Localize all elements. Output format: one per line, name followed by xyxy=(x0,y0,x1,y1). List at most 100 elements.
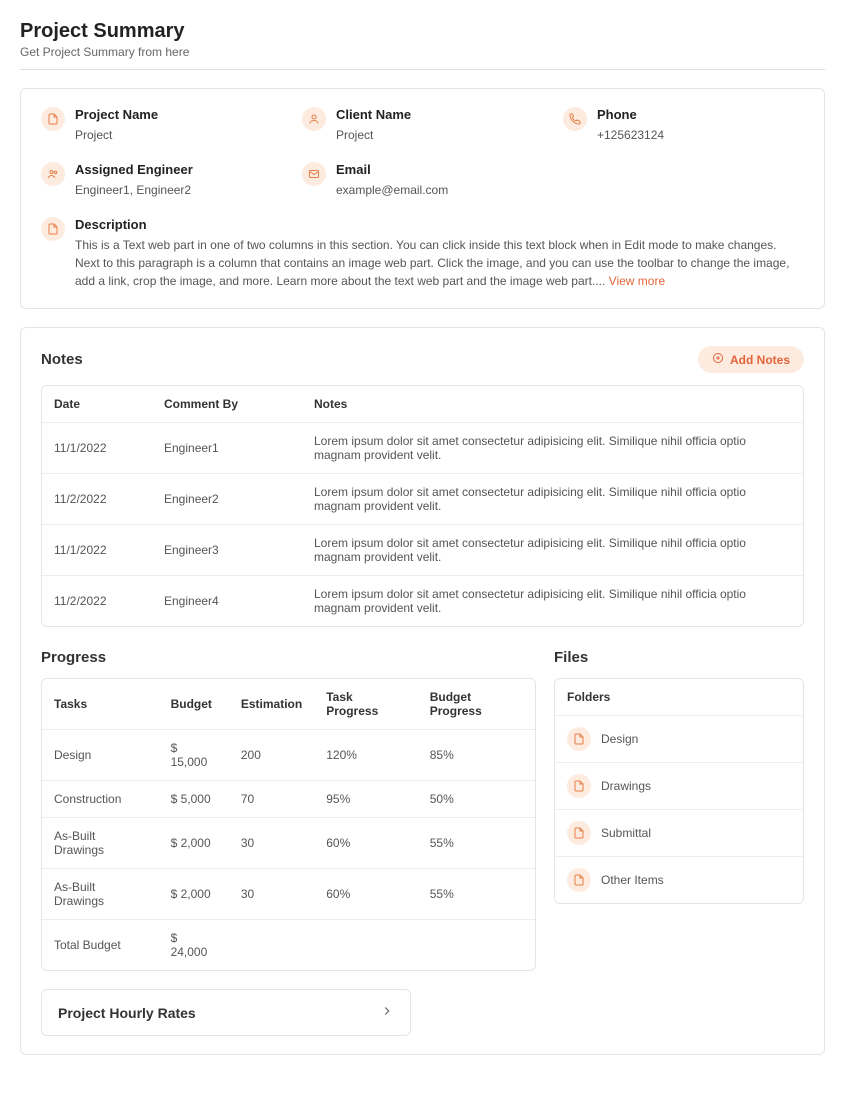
field-label: Email xyxy=(336,162,543,177)
document-icon xyxy=(567,868,591,892)
cell-comment-by: Engineer2 xyxy=(152,474,302,525)
cell-budget-progress: 85% xyxy=(418,730,535,781)
table-row: 11/2/2022Engineer4Lorem ipsum dolor sit … xyxy=(42,576,803,626)
accordion-title: Project Hourly Rates xyxy=(58,1005,196,1021)
table-row: 11/2/2022Engineer2Lorem ipsum dolor sit … xyxy=(42,474,803,525)
cell-estimation: 70 xyxy=(229,781,314,818)
phone-icon xyxy=(563,107,587,131)
cell-comment-by: Engineer1 xyxy=(152,423,302,474)
cell-notes: Lorem ipsum dolor sit amet consectetur a… xyxy=(302,576,803,626)
table-row: 11/1/2022Engineer1Lorem ipsum dolor sit … xyxy=(42,423,803,474)
project-summary-card: Project Name Project Client Name Project… xyxy=(20,88,825,309)
cell-budget: $ 15,000 xyxy=(159,730,229,781)
notes-table: Date Comment By Notes 11/1/2022Engineer1… xyxy=(41,385,804,627)
cell-budget: $ 5,000 xyxy=(159,781,229,818)
details-card: Notes Add Notes Date Comment By Notes 11… xyxy=(20,327,825,1055)
page-title: Project Summary xyxy=(20,20,825,43)
cell-total-label: Total Budget xyxy=(42,920,159,970)
table-row: As-Built Drawings$ 2,0003060%55% xyxy=(42,818,535,869)
col-budget: Budget xyxy=(159,679,229,730)
cell-comment-by: Engineer3 xyxy=(152,525,302,576)
cell-task: As-Built Drawings xyxy=(42,818,159,869)
document-icon xyxy=(567,774,591,798)
cell-notes: Lorem ipsum dolor sit amet consectetur a… xyxy=(302,474,803,525)
cell-total-value: $ 24,000 xyxy=(159,920,229,970)
table-row-total: Total Budget$ 24,000 xyxy=(42,920,535,970)
table-row: 11/1/2022Engineer3Lorem ipsum dolor sit … xyxy=(42,525,803,576)
folder-name: Drawings xyxy=(601,779,651,793)
folder-item[interactable]: Design xyxy=(555,716,803,763)
table-row: Construction$ 5,0007095%50% xyxy=(42,781,535,818)
folder-item[interactable]: Submittal xyxy=(555,810,803,857)
cell-notes: Lorem ipsum dolor sit amet consectetur a… xyxy=(302,525,803,576)
cell-notes: Lorem ipsum dolor sit amet consectetur a… xyxy=(302,423,803,474)
field-label: Project Name xyxy=(75,107,282,122)
cell-task-progress: 120% xyxy=(314,730,418,781)
field-email: Email example@email.com xyxy=(302,162,543,199)
col-task-progress: Task Progress xyxy=(314,679,418,730)
cell-estimation: 30 xyxy=(229,818,314,869)
document-icon xyxy=(567,821,591,845)
field-label: Description xyxy=(75,217,804,232)
project-hourly-rates-accordion[interactable]: Project Hourly Rates xyxy=(41,989,411,1036)
document-icon xyxy=(41,107,65,131)
cell-budget-progress: 55% xyxy=(418,869,535,920)
cell-estimation: 200 xyxy=(229,730,314,781)
page-subtitle: Get Project Summary from here xyxy=(20,45,825,59)
add-notes-button[interactable]: Add Notes xyxy=(698,346,804,373)
field-client-name: Client Name Project xyxy=(302,107,543,144)
cell-task-progress: 60% xyxy=(314,869,418,920)
cell-task-progress: 60% xyxy=(314,818,418,869)
field-label: Phone xyxy=(597,107,804,122)
folder-name: Other Items xyxy=(601,873,664,887)
chevron-right-icon xyxy=(380,1004,394,1021)
cell-date: 11/1/2022 xyxy=(42,525,152,576)
folder-item[interactable]: Other Items xyxy=(555,857,803,903)
notes-title: Notes xyxy=(41,351,83,368)
cell-task: As-Built Drawings xyxy=(42,869,159,920)
plus-circle-icon xyxy=(712,352,724,367)
cell-date: 11/1/2022 xyxy=(42,423,152,474)
cell-date: 11/2/2022 xyxy=(42,576,152,626)
description-text: This is a Text web part in one of two co… xyxy=(75,238,789,288)
field-label: Assigned Engineer xyxy=(75,162,282,177)
field-phone: Phone +125623124 xyxy=(563,107,804,144)
folder-item[interactable]: Drawings xyxy=(555,763,803,810)
folder-name: Design xyxy=(601,732,638,746)
table-row: As-Built Drawings$ 2,0003060%55% xyxy=(42,869,535,920)
document-icon xyxy=(567,727,591,751)
field-value: +125623124 xyxy=(597,126,804,144)
cell-comment-by: Engineer4 xyxy=(152,576,302,626)
table-row: Design$ 15,000200120%85% xyxy=(42,730,535,781)
field-assigned-engineer: Assigned Engineer Engineer1, Engineer2 xyxy=(41,162,282,199)
field-project-name: Project Name Project xyxy=(41,107,282,144)
page-header: Project Summary Get Project Summary from… xyxy=(20,20,825,59)
cell-task: Design xyxy=(42,730,159,781)
view-more-link[interactable]: View more xyxy=(609,274,665,288)
divider xyxy=(20,69,825,70)
field-value: Project xyxy=(336,126,543,144)
field-value: example@email.com xyxy=(336,181,543,199)
folder-name: Submittal xyxy=(601,826,651,840)
cell-task-progress: 95% xyxy=(314,781,418,818)
progress-table: Tasks Budget Estimation Task Progress Bu… xyxy=(41,678,536,971)
field-label: Client Name xyxy=(336,107,543,122)
progress-title: Progress xyxy=(41,649,536,666)
col-tasks: Tasks xyxy=(42,679,159,730)
users-icon xyxy=(41,162,65,186)
cell-estimation: 30 xyxy=(229,869,314,920)
col-comment-by: Comment By xyxy=(152,386,302,423)
user-icon xyxy=(302,107,326,131)
col-budget-progress: Budget Progress xyxy=(418,679,535,730)
col-estimation: Estimation xyxy=(229,679,314,730)
add-notes-label: Add Notes xyxy=(730,353,790,367)
folders-header: Folders xyxy=(555,679,803,716)
files-title: Files xyxy=(554,649,804,666)
cell-budget-progress: 55% xyxy=(418,818,535,869)
notes-header: Notes Add Notes xyxy=(41,346,804,373)
cell-budget: $ 2,000 xyxy=(159,869,229,920)
col-date: Date xyxy=(42,386,152,423)
cell-date: 11/2/2022 xyxy=(42,474,152,525)
cell-budget-progress: 50% xyxy=(418,781,535,818)
field-value: This is a Text web part in one of two co… xyxy=(75,236,804,290)
